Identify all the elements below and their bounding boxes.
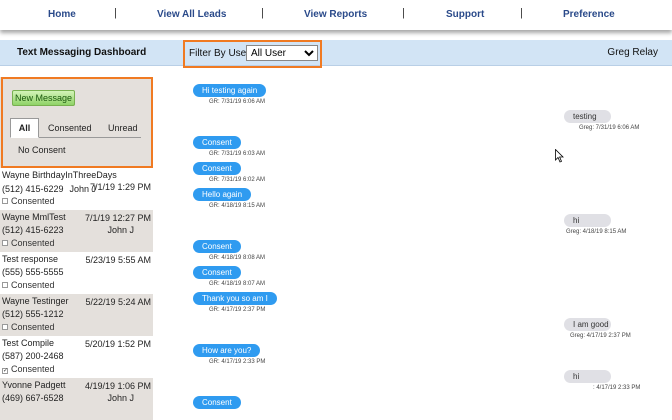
nav-support-link[interactable]: Support — [446, 9, 484, 20]
lead-name: Test response — [2, 254, 59, 264]
dashboard-header: Text Messaging Dashboard Greg Relay — [0, 40, 672, 66]
lead-name: Yvonne Padgett — [2, 380, 66, 390]
lead-name: Test Compile — [2, 338, 55, 348]
lead-name: Wayne Testinger — [2, 296, 69, 306]
lead-list-item[interactable]: Test Compile 5/20/19 1:52 PM (587) 200-2… — [0, 336, 153, 378]
lead-name: Wayne BirthdayInThreeDays — [2, 170, 117, 180]
consent-checkbox[interactable]: ✓ — [2, 368, 8, 374]
lead-time: 7/1/19 1:29 PM — [89, 182, 151, 192]
lead-list-item[interactable]: Wayne BirthdayInThreeDays 7/1/19 1:29 PM… — [0, 168, 153, 210]
lead-filter-panel: New Message All Consented Unread No Cons… — [1, 77, 153, 168]
message-meta: GR: 4/18/19 8:08 AM — [209, 255, 266, 261]
lead-list-item[interactable]: Yvonne Padgett 4/19/19 1:06 PM (469) 667… — [0, 378, 153, 420]
lead-time: 5/22/19 5:24 AM — [85, 297, 151, 307]
nav-preference-link[interactable]: Preference — [563, 9, 615, 20]
sent-message-bubble: How are you? — [193, 344, 261, 357]
nav-view-all-leads-link[interactable]: View All Leads — [157, 9, 226, 20]
consent-status: Consented — [2, 322, 55, 332]
tab-consented[interactable]: Consented — [48, 123, 92, 133]
sent-message-bubble: Consent — [193, 266, 241, 279]
user-filter: Filter By User: All User — [183, 40, 322, 68]
lead-phone: (512) 415-6229 — [2, 184, 64, 194]
lead-list-item[interactable]: Wayne Testinger 5/22/19 5:24 AM (512) 55… — [0, 294, 153, 336]
tab-no-consent[interactable]: No Consent — [18, 145, 66, 155]
message-meta: : 4/17/19 2:33 PM — [593, 385, 641, 391]
new-message-button[interactable]: New Message — [12, 90, 75, 106]
consent-label: Consented — [11, 196, 55, 206]
lead-phone: (512) 555-1212 — [2, 309, 64, 319]
consent-status: Consented — [2, 238, 55, 248]
tab-all[interactable]: All — [10, 118, 39, 138]
lead-phone: (587) 200-2468 — [2, 351, 64, 361]
top-navigation: Home | View All Leads | View Reports | S… — [0, 0, 672, 30]
lead-time: 5/23/19 5:55 AM — [85, 255, 151, 265]
consent-status: ✓ Consented — [2, 364, 55, 374]
tab-unread[interactable]: Unread — [108, 123, 138, 133]
message-meta: GR: 7/31/19 6:06 AM — [209, 99, 266, 105]
received-message-bubble: I am good — [564, 318, 611, 331]
nav-home-link[interactable]: Home — [48, 9, 76, 20]
sent-message-bubble: Thank you so am I — [193, 292, 277, 305]
page-title: Text Messaging Dashboard — [17, 47, 147, 58]
lead-agent: John J — [69, 184, 96, 194]
received-message-bubble: hi — [564, 370, 611, 383]
sent-message-bubble: Hello again — [193, 188, 252, 201]
lead-list-item[interactable]: Wayne MmlTest 7/1/19 12:27 PM (512) 415-… — [0, 210, 153, 252]
consent-checkbox[interactable] — [2, 240, 8, 246]
message-meta: Greg: 7/31/19 6:06 AM — [579, 125, 640, 131]
nav-separator: | — [402, 7, 405, 19]
lead-phone: (512) 415-6223 — [2, 225, 64, 235]
consent-label: Consented — [11, 238, 55, 248]
consent-status: Consented — [2, 280, 55, 290]
consent-checkbox[interactable] — [2, 198, 8, 204]
consent-label: Consented — [11, 322, 55, 332]
sent-message-bubble: Consent — [193, 136, 241, 149]
message-meta: GR: 7/31/19 6:02 AM — [209, 177, 266, 183]
lead-time: 4/19/19 1:06 PM — [84, 381, 151, 391]
lead-phone: (469) 667-6528 — [2, 393, 64, 403]
lead-time: 7/1/19 12:27 PM — [84, 213, 151, 223]
user-name: Greg Relay — [607, 47, 658, 58]
message-meta: GR: 7/31/19 6:03 AM — [209, 151, 266, 157]
user-filter-select[interactable]: All User — [246, 45, 318, 61]
sent-message-bubble: Consent — [193, 162, 241, 175]
lead-name: Wayne MmlTest — [2, 212, 66, 222]
message-meta: Greg: 4/17/19 2:37 PM — [570, 333, 631, 339]
lead-phone: (555) 555-5555 — [2, 267, 64, 277]
message-meta: GR: 4/18/19 8:07 AM — [209, 281, 266, 287]
received-message-bubble: hi — [564, 214, 611, 227]
nav-separator: | — [114, 7, 117, 19]
mouse-cursor-icon — [555, 149, 564, 163]
consent-status: Consented — [2, 196, 55, 206]
consent-label: Consented — [11, 280, 55, 290]
lead-agent: John J — [107, 225, 134, 235]
lead-agent: John J — [107, 393, 134, 403]
consent-checkbox[interactable] — [2, 282, 8, 288]
lead-list-item[interactable]: Test response 5/23/19 5:55 AM (555) 555-… — [0, 252, 153, 294]
message-meta: GR: 4/17/19 2:37 PM — [209, 307, 266, 313]
message-meta: GR: 4/18/19 8:15 AM — [209, 203, 266, 209]
consent-checkbox[interactable] — [2, 324, 8, 330]
sent-message-bubble: Consent — [193, 240, 241, 253]
sent-message-bubble: Hi testing again — [193, 84, 267, 97]
consent-label: Consented — [11, 364, 55, 374]
tab-divider — [39, 137, 141, 138]
sent-message-bubble: Consent — [193, 396, 241, 409]
message-meta: GR: 4/17/19 2:33 PM — [209, 359, 266, 365]
filter-label: Filter By User: — [189, 48, 253, 59]
received-message-bubble: testing — [564, 110, 611, 123]
nav-separator: | — [261, 7, 264, 19]
nav-separator: | — [520, 7, 523, 19]
lead-time: 5/20/19 1:52 PM — [84, 339, 151, 349]
nav-view-reports-link[interactable]: View Reports — [304, 9, 367, 20]
message-meta: Greg: 4/18/19 8:15 AM — [566, 229, 627, 235]
